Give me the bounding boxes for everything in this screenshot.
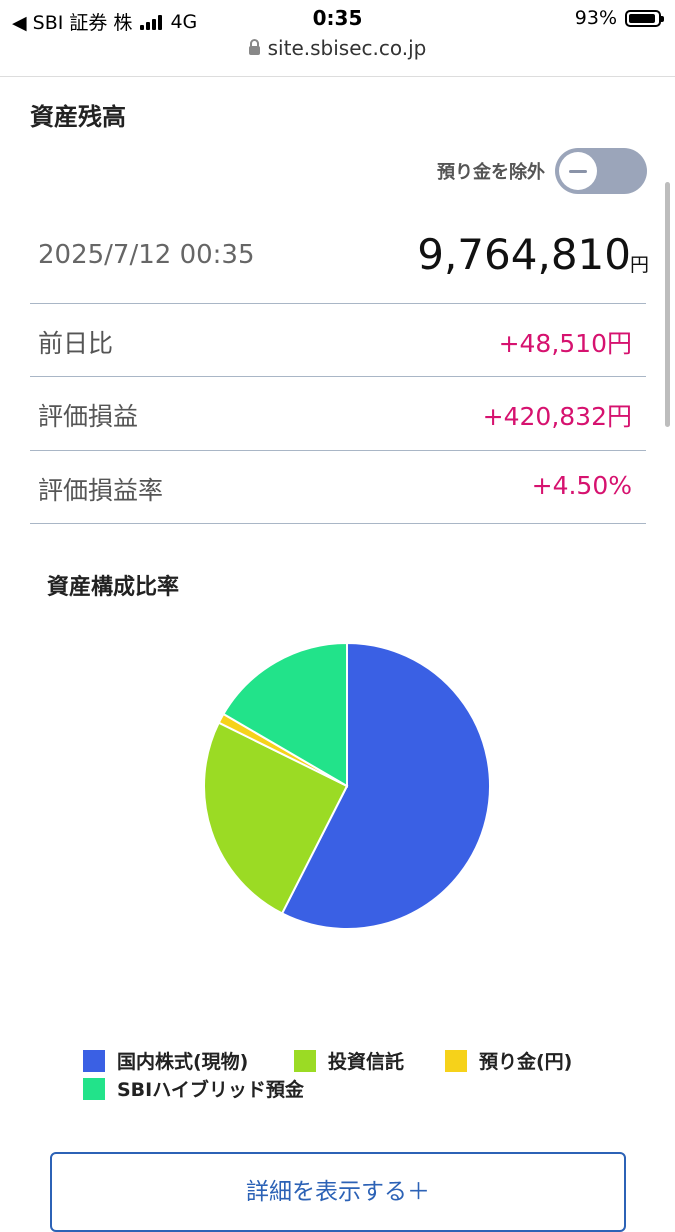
scrollbar[interactable] (665, 182, 670, 427)
battery-percent: 93% (574, 7, 617, 29)
status-bar: ◀ SBI 証券 株 4G 0:35 93% (0, 0, 675, 38)
exclude-deposit-toggle[interactable] (555, 148, 647, 194)
legend-item[interactable]: 投資信託 (294, 1047, 404, 1074)
row-label: 評価損益 (38, 402, 139, 431)
exclude-deposit-toggle-group: 預り金を除外 (437, 148, 647, 194)
legend-swatch (445, 1049, 467, 1072)
legend-swatch (294, 1049, 316, 1072)
legend-label: 投資信託 (328, 1051, 405, 1073)
row-label: 前日比 (38, 329, 114, 358)
chart-title: 資産構成比率 (47, 575, 180, 600)
legend-item[interactable]: 預り金(円) (445, 1047, 572, 1074)
section-title: 資産残高 (30, 103, 126, 131)
url-bar[interactable]: site.sbisec.co.jp (0, 36, 675, 60)
row-day-change: 前日比 +48,510円 (30, 303, 646, 377)
legend-item[interactable]: 国内株式(現物) (83, 1047, 248, 1074)
show-details-label: 詳細を表示する＋ (246, 1179, 430, 1205)
legend-swatch (83, 1049, 105, 1072)
as-of-datetime: 2025/7/12 00:35 (38, 240, 255, 270)
divider (0, 76, 675, 77)
total-unit: 円 (629, 254, 649, 276)
row-gain-rate: 評価損益率 +4.50% (30, 450, 646, 524)
toggle-label: 預り金を除外 (437, 162, 545, 183)
legend-label: 預り金(円) (479, 1051, 573, 1073)
row-value: +420,832円 (482, 402, 632, 431)
legend-swatch (83, 1077, 105, 1100)
status-right: 93% (574, 7, 664, 29)
total-balance: 9,764,810 (417, 230, 631, 279)
asset-composition-pie-chart (203, 642, 491, 930)
legend-label: SBIハイブリッド預金 (117, 1079, 304, 1101)
row-value: +48,510円 (498, 329, 632, 358)
row-unrealized-gain: 評価損益 +420,832円 (30, 376, 646, 450)
row-value: +4.50% (531, 471, 632, 500)
row-label: 評価損益率 (38, 476, 164, 505)
show-details-button[interactable]: 詳細を表示する＋ (50, 1152, 626, 1232)
toggle-knob (559, 152, 597, 190)
status-time: 0:35 (312, 6, 363, 30)
divider (30, 523, 646, 524)
battery-icon (625, 9, 664, 27)
url-text: site.sbisec.co.jp (267, 36, 427, 60)
minus-icon (569, 169, 587, 173)
lock-icon (248, 39, 260, 55)
legend-item[interactable]: SBIハイブリッド預金 (83, 1075, 304, 1102)
legend-label: 国内株式(現物) (117, 1051, 249, 1073)
